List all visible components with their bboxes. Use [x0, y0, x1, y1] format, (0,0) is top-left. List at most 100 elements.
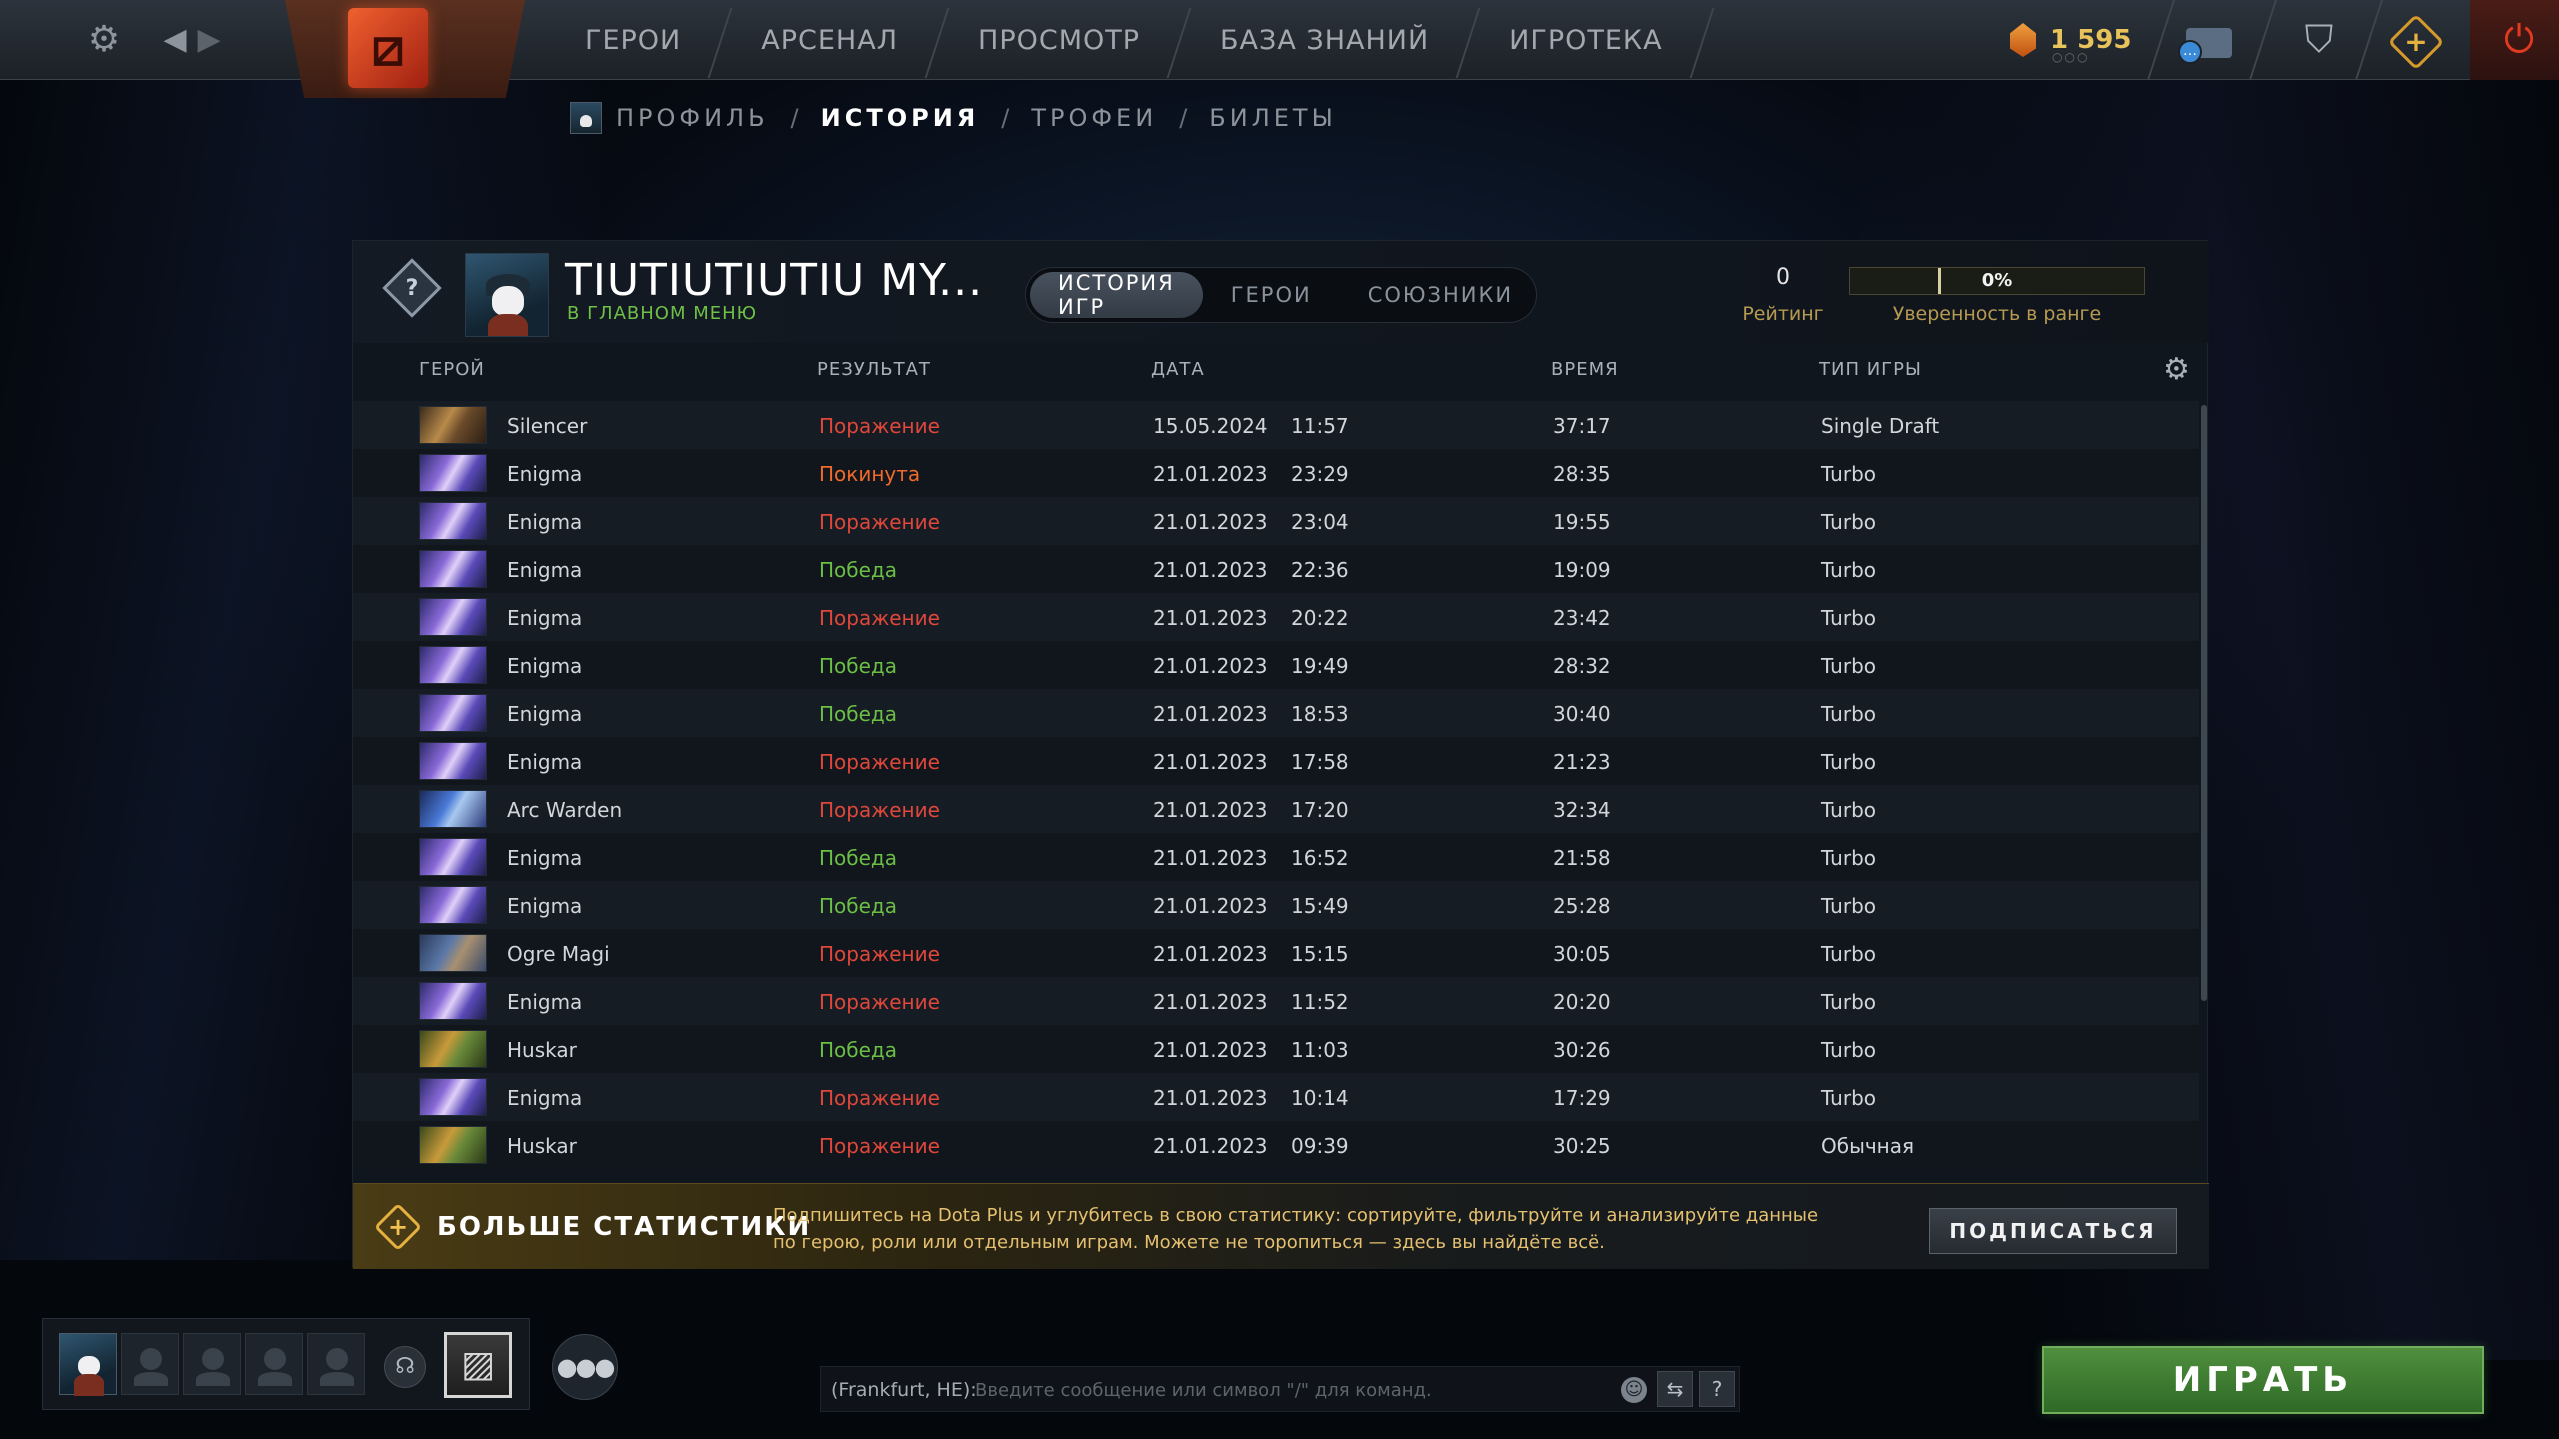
dotaplus-icon[interactable]: + — [2387, 13, 2445, 71]
dota-logo-icon[interactable]: ⧄ — [348, 8, 428, 88]
table-row[interactable]: Ogre Magi Поражение 21.01.2023 15:15 30:05 Tu… — [353, 929, 2199, 977]
match-date: 21.01.2023 — [1153, 750, 1268, 774]
chat-channel[interactable]: (Frankfurt, НЕ): — [831, 1379, 977, 1401]
power-icon[interactable]: ⏻ — [2496, 16, 2542, 62]
match-result: Поражение — [819, 606, 940, 630]
avatar-mini[interactable] — [570, 102, 602, 134]
party-slot-self[interactable] — [59, 1333, 117, 1396]
match-duration: 23:42 — [1553, 606, 1611, 630]
nav-learn[interactable]: БАЗА ЗНАНИЙ — [1180, 0, 1469, 80]
table-row[interactable]: Enigma Поражение 21.01.2023 20:22 23:42 Turbo — [353, 593, 2199, 641]
hero-portrait — [419, 886, 487, 924]
profile-subnav: ПРОФИЛЬ / ИСТОРИЯ / ТРОФЕИ / БИЛЕТЫ — [570, 100, 1337, 136]
match-date: 21.01.2023 — [1153, 894, 1268, 918]
subnav-trophies[interactable]: ТРОФЕИ — [1031, 104, 1157, 132]
tab-match-history[interactable]: ИСТОРИЯ ИГР — [1030, 271, 1203, 319]
table-row[interactable]: Enigma Победа 21.01.2023 19:49 28:32 Turbo — [353, 641, 2199, 689]
table-row[interactable]: Enigma Победа 21.01.2023 18:53 30:40 Turbo — [353, 689, 2199, 737]
chat-notification-dot: … — [2178, 40, 2202, 64]
rank-confidence-bar: 0% — [1849, 267, 2145, 295]
hero-portrait — [419, 694, 487, 732]
gear-icon[interactable]: ⚙ — [82, 18, 126, 62]
match-start-time: 16:52 — [1291, 846, 1349, 870]
match-start-time: 18:53 — [1291, 702, 1349, 726]
table-row[interactable]: Arc Warden Поражение 21.01.2023 17:20 32:34 T… — [353, 785, 2199, 833]
emoji-icon[interactable]: ☺ — [1621, 1377, 1647, 1403]
party-finder-icon[interactable]: ●●● — [552, 1334, 618, 1400]
column-game-mode[interactable]: ТИП ИГРЫ — [1819, 359, 1922, 380]
player-name: TIUTIUTIUTIU MY... — [565, 255, 984, 306]
chat-icon[interactable]: … — [2176, 22, 2236, 66]
column-result[interactable]: РЕЗУЛЬТАТ — [817, 359, 931, 380]
hero-name: Enigma — [507, 510, 583, 534]
voice-chat-icon[interactable]: ☊ — [384, 1346, 426, 1388]
gear-icon[interactable]: ⚙ — [2163, 355, 2191, 385]
match-result: Поражение — [819, 798, 940, 822]
table-row[interactable]: Silencer Поражение 15.05.2024 11:57 37:17 Sin… — [353, 401, 2199, 449]
subnav-history[interactable]: ИСТОРИЯ — [821, 104, 980, 132]
hero-portrait — [419, 646, 487, 684]
history-tabs: ИСТОРИЯ ИГР ГЕРОИ СОЮЗНИКИ — [1025, 267, 1537, 323]
match-result: Покинута — [819, 462, 921, 486]
subnav-profile[interactable]: ПРОФИЛЬ — [616, 104, 769, 132]
tab-allies[interactable]: СОЮЗНИКИ — [1340, 272, 1541, 318]
nav-arsenal[interactable]: АРСЕНАЛ — [721, 0, 938, 80]
hero-portrait — [419, 550, 487, 588]
match-date: 21.01.2023 — [1153, 990, 1268, 1014]
scrollbar[interactable] — [2201, 405, 2207, 1001]
avatar[interactable] — [465, 253, 549, 337]
subnav-tickets[interactable]: БИЛЕТЫ — [1209, 104, 1336, 132]
table-row[interactable]: Huskar Поражение 21.01.2023 09:39 30:25 Обычн… — [353, 1121, 2199, 1169]
party-slot-empty[interactable] — [245, 1333, 303, 1395]
chat-input[interactable] — [975, 1375, 1615, 1405]
match-date: 21.01.2023 — [1153, 654, 1268, 678]
game-mode: Turbo — [1821, 558, 1877, 582]
hero-name: Enigma — [507, 846, 583, 870]
column-duration[interactable]: ВРЕМЯ — [1551, 359, 1619, 380]
table-row[interactable]: Enigma Победа 21.01.2023 15:49 25:28 Turbo — [353, 881, 2199, 929]
hero-name: Silencer — [507, 414, 588, 438]
match-duration: 30:26 — [1553, 1038, 1611, 1062]
match-date: 21.01.2023 — [1153, 1134, 1268, 1158]
party-slot-empty[interactable] — [183, 1333, 241, 1395]
hero-name: Enigma — [507, 462, 583, 486]
match-duration: 30:05 — [1553, 942, 1611, 966]
column-hero[interactable]: ГЕРОЙ — [419, 359, 485, 380]
tab-heroes[interactable]: ГЕРОИ — [1203, 272, 1340, 318]
match-duration: 21:23 — [1553, 750, 1611, 774]
match-result: Поражение — [819, 510, 940, 534]
table-row[interactable]: Enigma Поражение 21.01.2023 17:58 21:23 Turbo — [353, 737, 2199, 785]
table-row[interactable]: Enigma Поражение 21.01.2023 10:14 17:29 Turbo — [353, 1073, 2199, 1121]
table-row[interactable]: Enigma Победа 21.01.2023 16:52 21:58 Turbo — [353, 833, 2199, 881]
hero-portrait — [419, 1030, 487, 1068]
table-row[interactable]: Enigma Покинута 21.01.2023 23:29 28:35 Turbo — [353, 449, 2199, 497]
nav-watch[interactable]: ПРОСМОТР — [938, 0, 1180, 80]
main-nav: ГЕРОИ АРСЕНАЛ ПРОСМОТР БАЗА ЗНАНИЙ ИГРОТ… — [545, 0, 1703, 80]
party-slot-empty[interactable] — [307, 1333, 365, 1395]
table-row[interactable]: Enigma Поражение 21.01.2023 23:04 19:55 Turbo — [353, 497, 2199, 545]
rank-badge-icon[interactable]: ? — [379, 255, 445, 321]
game-mode: Turbo — [1821, 750, 1877, 774]
top-bar: ⚙ ◀ ▶ ⧄ ГЕРОИ АРСЕНАЛ ПРОСМОТР БАЗА ЗНАН… — [0, 0, 2559, 98]
rank-confidence-value: 0% — [1981, 270, 2013, 291]
arrow-right-icon[interactable]: ▶ — [194, 18, 224, 62]
column-date[interactable]: ДАТА — [1151, 359, 1205, 380]
armory-icon[interactable]: ⛉ — [2296, 16, 2342, 62]
table-row[interactable]: Enigma Поражение 21.01.2023 11:52 20:20 Turbo — [353, 977, 2199, 1025]
party-slot-empty[interactable] — [121, 1333, 179, 1395]
subscribe-button[interactable]: ПОДПИСАТЬСЯ — [1929, 1208, 2177, 1254]
help-icon[interactable]: ? — [1699, 1371, 1735, 1407]
nav-heroes[interactable]: ГЕРОИ — [545, 0, 721, 80]
chat-wheel-icon[interactable]: ⇆ — [1657, 1371, 1693, 1407]
nav-arcade[interactable]: ИГРОТЕКА — [1469, 0, 1702, 80]
arrow-left-icon[interactable]: ◀ — [160, 18, 190, 62]
match-date: 21.01.2023 — [1153, 1086, 1268, 1110]
topbar-divider — [2249, 0, 2277, 80]
table-row[interactable]: Huskar Победа 21.01.2023 11:03 30:26 Turbo — [353, 1025, 2199, 1073]
hero-name: Enigma — [507, 654, 583, 678]
play-button[interactable]: ИГРАТЬ — [2042, 1346, 2484, 1414]
banner-title: БОЛЬШЕ СТАТИСТИКИ — [437, 1212, 812, 1242]
match-duration: 19:55 — [1553, 510, 1611, 534]
table-row[interactable]: Enigma Победа 21.01.2023 22:36 19:09 Turbo — [353, 545, 2199, 593]
battlepass-icon[interactable]: ▨ — [444, 1332, 512, 1398]
